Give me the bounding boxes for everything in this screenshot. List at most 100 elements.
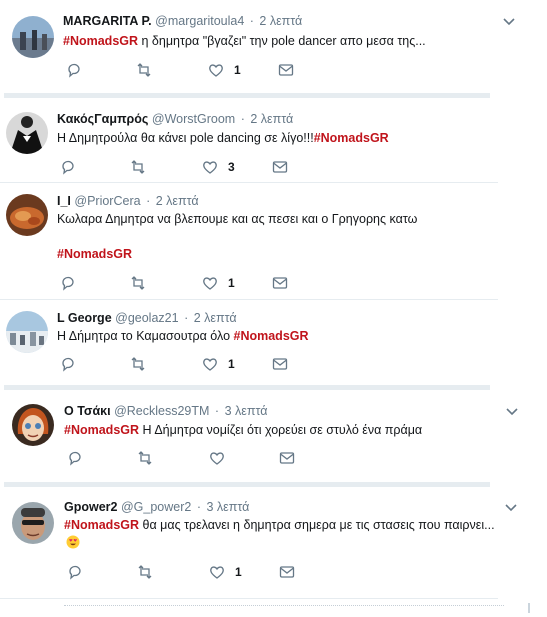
avatar[interactable] [12, 16, 54, 58]
avatar[interactable] [12, 502, 54, 544]
tweet-body: η δημητρα "βγαζει" την pole dancer απο μ… [138, 34, 426, 48]
like-icon [203, 358, 217, 371]
like-button[interactable]: 1 [208, 62, 241, 78]
reply-button[interactable] [67, 564, 83, 580]
user-handle[interactable]: @geolaz21 [115, 311, 178, 325]
retweet-button[interactable] [137, 450, 153, 466]
reply-icon [69, 565, 81, 580]
avatar[interactable] [6, 194, 48, 236]
avatar[interactable] [6, 311, 48, 353]
scrollbar-thumb[interactable] [528, 603, 530, 613]
separator-dot: · [184, 311, 189, 325]
message-button[interactable] [278, 62, 294, 78]
retweet-button[interactable] [130, 356, 146, 372]
avatar[interactable] [6, 112, 48, 154]
reply-button[interactable] [60, 159, 76, 175]
tweet-time[interactable]: 2 λεπτά [156, 194, 199, 208]
like-button[interactable]: 1 [202, 356, 235, 372]
tweet-actions: 1 [67, 564, 307, 580]
message-button[interactable] [272, 356, 288, 372]
tweet-text: Η Δημητρούλα θα κάνει pole dancing σε λί… [57, 131, 389, 145]
like-count: 3 [228, 160, 235, 174]
like-count: 1 [234, 63, 241, 77]
like-button[interactable]: 1 [209, 564, 242, 580]
tweet-actions [67, 450, 307, 466]
chevron-down-icon[interactable] [505, 503, 517, 513]
separator-dot: · [249, 14, 254, 28]
tweet-hashtag-line: #NomadsGR [57, 247, 132, 261]
like-icon [203, 161, 217, 174]
user-name[interactable]: Ο Τσάκι [64, 404, 111, 418]
tweet-time[interactable]: 2 λεπτά [259, 14, 302, 28]
like-icon [210, 566, 224, 579]
retweet-button[interactable] [130, 275, 146, 291]
tweet-divider [0, 299, 498, 300]
tweet-time[interactable]: 2 λεπτά [194, 311, 237, 325]
hashtag-link[interactable]: #NomadsGR [234, 329, 309, 343]
reply-icon [62, 357, 74, 372]
retweet-icon [138, 451, 152, 465]
tweet-time[interactable]: 3 λεπτά [207, 500, 250, 514]
tweet-divider [0, 598, 498, 599]
tweet-text: #NomadsGR η δημητρα "βγαζει" την pole da… [63, 34, 426, 48]
reply-button[interactable] [60, 275, 76, 291]
user-name[interactable]: Gpower2 [64, 500, 118, 514]
separator-dot: · [214, 404, 220, 418]
retweet-button[interactable] [137, 564, 153, 580]
user-handle[interactable]: @margaritoula4 [155, 14, 244, 28]
user-handle[interactable]: @WorstGroom [152, 112, 235, 126]
tweet-actions: 3 [60, 159, 300, 175]
like-button[interactable] [209, 450, 225, 466]
reply-button[interactable] [60, 356, 76, 372]
retweet-icon [138, 565, 152, 579]
reply-button[interactable] [67, 450, 83, 466]
message-button[interactable] [272, 275, 288, 291]
tweet-time[interactable]: 2 λεπτά [250, 112, 293, 126]
message-button[interactable] [279, 450, 295, 466]
message-button[interactable] [279, 564, 295, 580]
hashtag-link[interactable]: #NomadsGR [64, 423, 139, 437]
section-separator [4, 385, 490, 390]
like-button[interactable]: 3 [202, 159, 235, 175]
user-handle[interactable]: @PriorCera [74, 194, 140, 208]
hashtag-link[interactable]: #NomadsGR [314, 131, 389, 145]
reply-button[interactable] [66, 62, 82, 78]
retweet-icon [131, 276, 145, 290]
message-icon [272, 161, 288, 173]
message-icon [279, 566, 295, 578]
tweet-time[interactable]: 3 λεπτά [225, 404, 268, 418]
like-icon [209, 64, 223, 77]
user-name[interactable]: ΚακόςΓαμπρός [57, 112, 148, 126]
user-handle[interactable]: @G_power2 [121, 500, 191, 514]
heart-eyes-emoji-icon [66, 535, 80, 549]
retweet-button[interactable] [136, 62, 152, 78]
user-name[interactable]: L George [57, 311, 112, 325]
tweet-actions: 1 [60, 275, 300, 291]
retweet-icon [131, 357, 145, 371]
hashtag-link[interactable]: #NomadsGR [63, 34, 138, 48]
user-name[interactable]: MARGARITA P. [63, 14, 152, 28]
like-button[interactable]: 1 [202, 275, 235, 291]
message-icon [279, 452, 295, 464]
user-name[interactable]: I_I [57, 194, 71, 208]
hashtag-link[interactable]: #NomadsGR [64, 518, 139, 532]
separator-dot: · [196, 500, 202, 514]
separator-dot: · [146, 194, 151, 208]
hashtag-link[interactable]: #NomadsGR [57, 247, 132, 261]
tweet-text: #NomadsGR Η Δήμητρα νομίζει ότι χορεύει … [64, 423, 422, 437]
tweet-actions: 1 [66, 62, 306, 78]
like-count: 1 [228, 276, 235, 290]
chevron-down-icon[interactable] [506, 407, 518, 417]
avatar[interactable] [12, 404, 54, 446]
message-button[interactable] [272, 159, 288, 175]
chevron-down-icon[interactable] [503, 17, 515, 27]
like-count: 1 [235, 565, 242, 579]
retweet-button[interactable] [130, 159, 146, 175]
user-handle[interactable]: @Reckless29TM [114, 404, 209, 418]
tweet-text: #NomadsGR θα μας τρελανει η δημητρα σημε… [64, 518, 495, 532]
section-separator [4, 482, 490, 487]
like-count: 1 [228, 357, 235, 371]
section-separator [4, 93, 490, 98]
reply-icon [62, 160, 74, 175]
tweet-body: Η Δήμητρα το Καμασουτρα όλο [57, 329, 234, 343]
